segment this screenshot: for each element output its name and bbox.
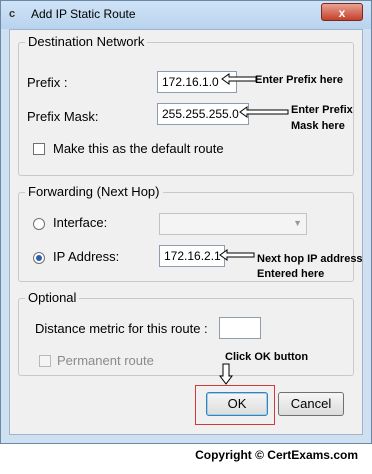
prefix-annotation: Enter Prefix here <box>255 74 344 86</box>
distance-metric-label: Distance metric for this route : <box>35 321 208 336</box>
interface-label: Interface: <box>53 215 108 230</box>
nexthop-annotation-line1: Next hop IP address <box>257 253 363 265</box>
ok-highlight-box <box>195 385 275 425</box>
copyright-text: Copyright © CertExams.com <box>195 448 358 462</box>
title-bar[interactable]: c Add IP Static Route x <box>1 1 371 29</box>
permanent-route-checkbox[interactable] <box>39 355 51 367</box>
prefix-mask-label: Prefix Mask: <box>27 109 99 124</box>
optional-group: Optional Distance metric for this route … <box>18 290 354 376</box>
add-static-route-window: c Add IP Static Route x Destination Netw… <box>0 0 372 444</box>
interface-radio[interactable] <box>33 218 45 230</box>
chevron-down-icon: ▼ <box>293 218 302 228</box>
app-icon: c <box>9 8 16 20</box>
forwarding-label: Forwarding (Next Hop) <box>25 184 163 199</box>
ok-arrow-icon <box>219 363 233 385</box>
mask-arrow-icon <box>239 106 289 118</box>
nexthop-annotation-line2: Entered here <box>257 268 325 280</box>
prefix-arrow-icon <box>221 73 257 85</box>
distance-metric-input[interactable] <box>219 317 261 339</box>
optional-label: Optional <box>25 290 80 305</box>
permanent-route-label: Permanent route <box>57 353 154 368</box>
prefix-mask-input[interactable]: 255.255.255.0 <box>157 103 249 125</box>
ip-address-radio[interactable] <box>33 252 45 264</box>
nexthop-arrow-icon <box>219 249 255 261</box>
mask-annotation-line1: Enter Prefix <box>291 104 353 116</box>
ip-address-label: IP Address: <box>53 249 120 264</box>
close-button[interactable]: x <box>321 3 363 21</box>
destination-network-label: Destination Network <box>25 34 148 49</box>
default-route-checkbox[interactable] <box>33 143 45 155</box>
window-title: Add IP Static Route <box>31 7 136 21</box>
ip-address-input[interactable]: 172.16.2.1 <box>159 245 225 267</box>
dialog-body: Destination Network Prefix : 172.16.1.0 … <box>9 29 363 435</box>
cancel-button[interactable]: Cancel <box>278 392 344 416</box>
interface-dropdown[interactable]: ▼ <box>159 213 307 235</box>
mask-annotation-line2: Mask here <box>291 120 345 132</box>
ok-annotation: Click OK button <box>225 351 309 363</box>
prefix-label: Prefix : <box>27 75 68 90</box>
default-route-label: Make this as the default route <box>53 141 224 156</box>
